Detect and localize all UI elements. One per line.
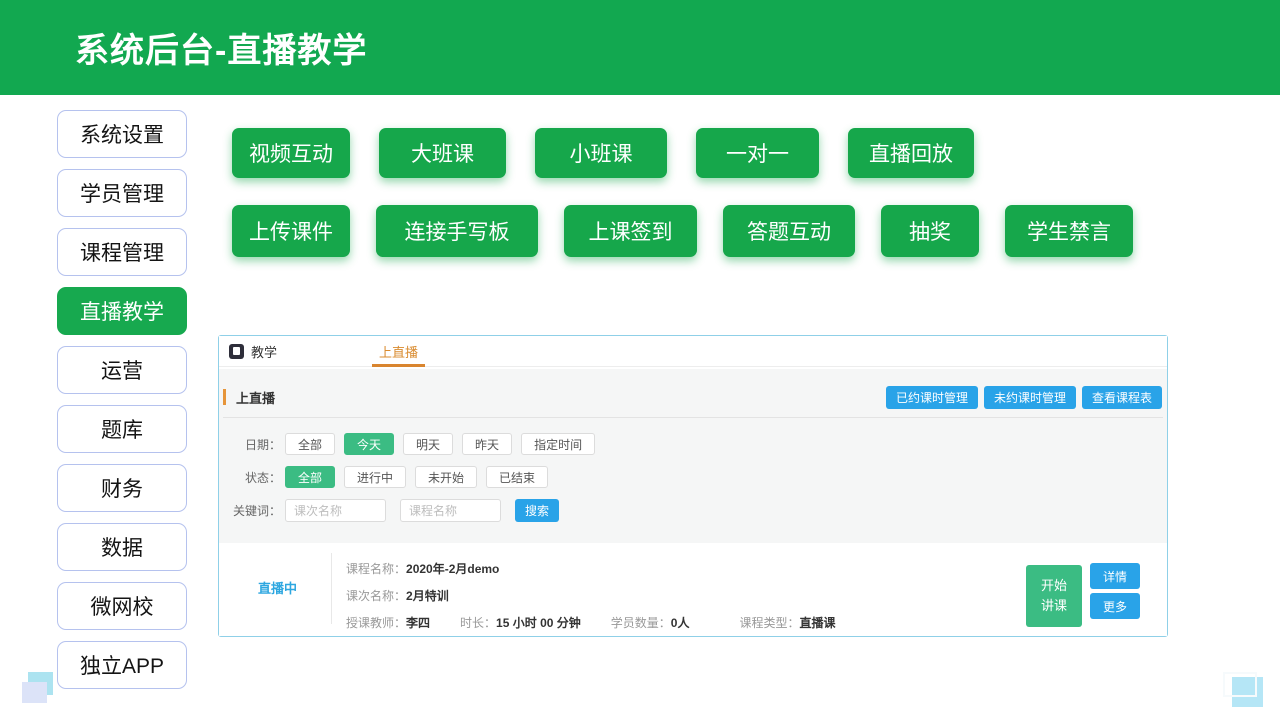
feature-buttons: 视频互动 大班课 小班课 一对一 直播回放 上传课件 连接手写板 上课签到 答题… — [232, 128, 1133, 257]
sidebar-item-micro-school[interactable]: 微网校 — [57, 582, 187, 630]
filters: 日期： 全部 今天 明天 昨天 指定时间 状态： 全部 进行中 未开始 已结束 … — [219, 433, 1167, 522]
feature-video-interaction-button[interactable]: 视频互动 — [232, 128, 350, 178]
section-title: 上直播 — [236, 388, 275, 407]
toolbar-buttons: 已约课时管理 未约课时管理 查看课程表 — [886, 386, 1162, 409]
live-status-badge: 直播中 — [258, 578, 297, 597]
more-button[interactable]: 更多 — [1090, 593, 1140, 619]
toolbar-divider — [223, 417, 1163, 418]
search-button[interactable]: 搜索 — [515, 499, 559, 522]
feature-upload-courseware-button[interactable]: 上传课件 — [232, 205, 350, 257]
feature-mute-students-button[interactable]: 学生禁言 — [1005, 205, 1133, 257]
sidebar-item-operations[interactable]: 运营 — [57, 346, 187, 394]
lesson-list: 直播中 课程名称： 2020年-2月demo 课次名称： 2月特训 授课教师： … — [219, 543, 1167, 636]
detail-button[interactable]: 详情 — [1090, 563, 1140, 589]
lesson-details: 课程名称： 2020年-2月demo 课次名称： 2月特训 授课教师： 李四 时… — [346, 555, 835, 636]
keyword-filter-label: 关键词： — [232, 502, 281, 519]
status-filter-row: 状态： 全部 进行中 未开始 已结束 — [219, 466, 1167, 488]
course-type-value: 直播课 — [799, 614, 835, 631]
tab-go-live[interactable]: 上直播 — [379, 336, 418, 366]
status-option-ended[interactable]: 已结束 — [486, 466, 548, 488]
teacher-label: 授课教师： — [346, 614, 406, 631]
sidebar: 系统设置 学员管理 课程管理 直播教学 运营 题库 财务 数据 微网校 独立AP… — [57, 110, 187, 689]
course-name-input[interactable] — [400, 499, 501, 522]
sidebar-item-standalone-app[interactable]: 独立APP — [57, 641, 187, 689]
start-lecture-button[interactable]: 开始 讲课 — [1026, 565, 1082, 627]
lesson-name-input[interactable] — [285, 499, 386, 522]
duration-value: 15 小时 00 分钟 — [496, 614, 581, 631]
sidebar-item-data[interactable]: 数据 — [57, 523, 187, 571]
sidebar-item-course-management[interactable]: 课程管理 — [57, 228, 187, 276]
course-name-label: 课程名称： — [346, 560, 406, 577]
date-option-today[interactable]: 今天 — [344, 433, 394, 455]
duration-label: 时长： — [460, 614, 496, 631]
feature-one-on-one-button[interactable]: 一对一 — [696, 128, 819, 178]
feature-quiz-interaction-button[interactable]: 答题互动 — [723, 205, 855, 257]
status-option-ongoing[interactable]: 进行中 — [344, 466, 406, 488]
course-type-label: 课程类型： — [739, 614, 799, 631]
status-option-all[interactable]: 全部 — [285, 466, 335, 488]
booked-lessons-button[interactable]: 已约课时管理 — [886, 386, 978, 409]
feature-row-2: 上传课件 连接手写板 上课签到 答题互动 抽奖 学生禁言 — [232, 205, 1133, 257]
page-header: 系统后台-直播教学 — [0, 0, 1280, 95]
date-option-yesterday[interactable]: 昨天 — [462, 433, 512, 455]
panel-nav: 教学 上直播 — [219, 336, 1167, 367]
panel-brand-label: 教学 — [251, 342, 277, 361]
row-divider — [331, 553, 332, 624]
feature-connect-tablet-button[interactable]: 连接手写板 — [376, 205, 538, 257]
date-filter-label: 日期： — [232, 436, 281, 453]
feature-large-class-button[interactable]: 大班课 — [379, 128, 506, 178]
lesson-meta-line: 授课教师： 李四 时长： 15 小时 00 分钟 学员数量： 0人 课程类型： … — [346, 609, 835, 636]
lesson-name-value: 2月特训 — [406, 587, 449, 604]
admin-panel: 教学 上直播 上直播 已约课时管理 未约课时管理 查看课程表 日期： 全部 今天… — [218, 335, 1168, 637]
sidebar-item-live-teaching[interactable]: 直播教学 — [57, 287, 187, 335]
course-name-value: 2020年-2月demo — [406, 560, 499, 577]
decor-square-lavender-left — [22, 682, 47, 703]
date-filter-row: 日期： 全部 今天 明天 昨天 指定时间 — [219, 433, 1167, 455]
teaching-app-icon — [229, 344, 244, 359]
date-option-custom[interactable]: 指定时间 — [521, 433, 595, 455]
feature-class-checkin-button[interactable]: 上课签到 — [564, 205, 697, 257]
sidebar-item-question-bank[interactable]: 题库 — [57, 405, 187, 453]
start-lecture-line1: 开始 — [1041, 578, 1067, 593]
sidebar-item-system-settings[interactable]: 系统设置 — [57, 110, 187, 158]
date-option-all[interactable]: 全部 — [285, 433, 335, 455]
students-label: 学员数量： — [611, 614, 671, 631]
panel-toolbar: 上直播 已约课时管理 未约课时管理 查看课程表 — [219, 387, 1167, 407]
students-value: 0人 — [671, 614, 690, 631]
section-accent-bar — [223, 389, 226, 405]
unbooked-lessons-button[interactable]: 未约课时管理 — [984, 386, 1076, 409]
sidebar-item-finance[interactable]: 财务 — [57, 464, 187, 512]
sidebar-item-student-management[interactable]: 学员管理 — [57, 169, 187, 217]
decor-square-outline-right — [1223, 672, 1257, 697]
feature-lucky-draw-button[interactable]: 抽奖 — [881, 205, 979, 257]
page-title: 系统后台-直播教学 — [75, 23, 367, 72]
teacher-value: 李四 — [406, 614, 430, 631]
feature-small-class-button[interactable]: 小班课 — [535, 128, 667, 178]
status-option-not-started[interactable]: 未开始 — [415, 466, 477, 488]
panel-filter-area: 上直播 已约课时管理 未约课时管理 查看课程表 日期： 全部 今天 明天 昨天 … — [219, 369, 1167, 543]
status-filter-label: 状态： — [232, 469, 281, 486]
lesson-name-line: 课次名称： 2月特训 — [346, 582, 835, 609]
view-schedule-button[interactable]: 查看课程表 — [1082, 386, 1162, 409]
start-lecture-line2: 讲课 — [1041, 598, 1067, 613]
feature-row-1: 视频互动 大班课 小班课 一对一 直播回放 — [232, 128, 1133, 178]
date-option-tomorrow[interactable]: 明天 — [403, 433, 453, 455]
keyword-filter-row: 关键词： 搜索 — [219, 499, 1167, 522]
lesson-name-label: 课次名称： — [346, 587, 406, 604]
course-name-line: 课程名称： 2020年-2月demo — [346, 555, 835, 582]
feature-live-replay-button[interactable]: 直播回放 — [848, 128, 974, 178]
